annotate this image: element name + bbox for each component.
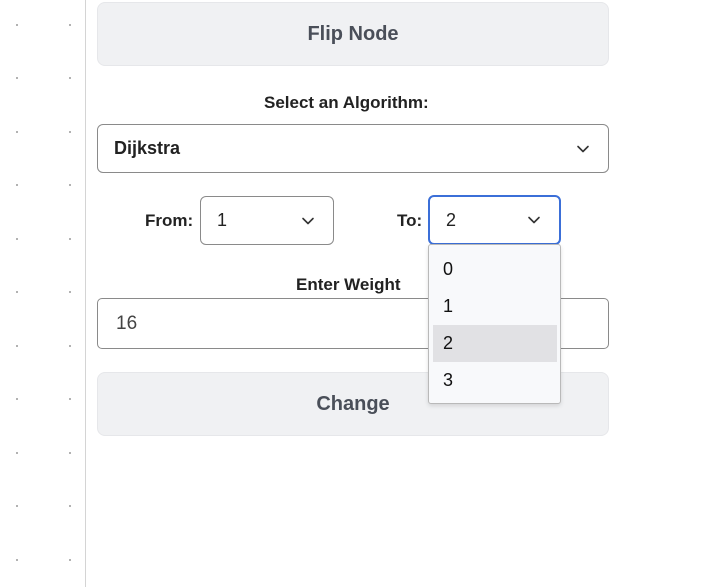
chevron-down-icon — [577, 145, 589, 152]
panel-divider — [85, 0, 86, 587]
grid-dot — [16, 184, 18, 186]
grid-dot — [16, 291, 18, 293]
grid-dot — [16, 77, 18, 79]
to-option[interactable]: 3 — [433, 362, 557, 399]
grid-dot — [69, 24, 71, 26]
grid-dot — [16, 505, 18, 507]
chevron-down-icon — [528, 216, 540, 224]
algorithm-selected-value: Dijkstra — [114, 138, 181, 158]
grid-dot — [69, 559, 71, 561]
page: Flip Node Select an Algorithm: Dijkstra … — [0, 0, 723, 587]
to-option[interactable]: 1 — [433, 288, 557, 325]
grid-dot — [16, 24, 18, 26]
from-select[interactable]: 1 — [200, 196, 334, 245]
grid-dot — [16, 559, 18, 561]
grid-dot — [69, 398, 71, 400]
algorithm-label: Select an Algorithm: — [264, 93, 429, 112]
weight-label: Enter Weight — [296, 275, 401, 294]
to-option-highlighted[interactable]: 2 — [433, 325, 557, 362]
algorithm-select[interactable]: Dijkstra — [97, 124, 609, 173]
grid-dot — [16, 452, 18, 454]
change-label: Change — [316, 392, 390, 415]
grid-dot — [69, 238, 71, 240]
grid-dot — [69, 345, 71, 347]
grid-dot — [16, 238, 18, 240]
grid-dot — [69, 131, 71, 133]
to-selected-value: 2 — [446, 209, 457, 230]
to-select[interactable]: 2 — [428, 195, 561, 245]
flip-node-label: Flip Node — [307, 22, 399, 45]
grid-dot — [69, 452, 71, 454]
grid-dot — [16, 131, 18, 133]
grid-dot — [69, 77, 71, 79]
flip-node-button[interactable]: Flip Node — [97, 2, 609, 66]
chevron-down-icon — [302, 217, 314, 224]
grid-dot — [69, 291, 71, 293]
from-selected-value: 1 — [217, 210, 228, 230]
grid-dot — [16, 398, 18, 400]
to-label: To: — [397, 211, 423, 230]
grid-dot — [16, 345, 18, 347]
from-label: From: — [145, 211, 194, 230]
grid-dot — [69, 184, 71, 186]
grid-dot — [69, 505, 71, 507]
to-options-list: 0 1 2 3 — [428, 244, 561, 404]
to-option[interactable]: 0 — [433, 251, 557, 288]
graph-canvas[interactable] — [0, 0, 85, 587]
